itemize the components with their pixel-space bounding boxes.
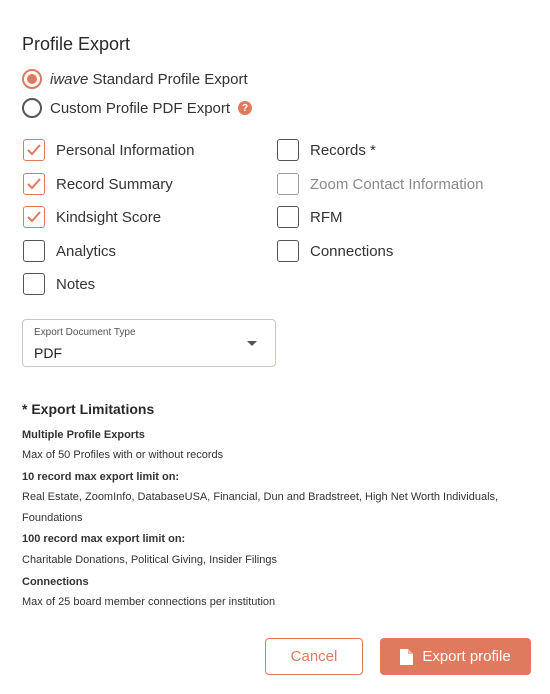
limitation-title: Multiple Profile Exports	[22, 429, 145, 441]
checkbox-label: Analytics	[56, 242, 117, 260]
checkbox-label: Record Summary	[56, 175, 173, 193]
limitation-detail: Max of 25 board member connections per i…	[22, 596, 276, 608]
limitation-detail: Charitable Donations, Political Giving, …	[22, 554, 277, 566]
checkbox-label: Notes	[56, 275, 96, 293]
export-profile-button[interactable]: Export profile	[380, 638, 531, 675]
checkbox-label: Connections	[310, 242, 394, 260]
radio-standard-export[interactable]: iwave Standard Profile Export	[22, 69, 248, 89]
checkbox-connections[interactable]: Connections	[277, 240, 393, 262]
limitation-detail: Real Estate, ZoomInfo, DatabaseUSA, Fina…	[22, 491, 499, 524]
checkbox-notes[interactable]: Notes	[23, 273, 95, 295]
radio-standard-text: Standard Profile Export	[88, 70, 248, 88]
checkbox[interactable]	[277, 240, 299, 262]
checkbox-checked[interactable]	[23, 206, 45, 228]
help-icon[interactable]: ?	[238, 101, 253, 115]
select-caption: Export Document Type	[34, 327, 136, 338]
checkbox-label: Kindsight Score	[56, 208, 162, 226]
export-document-type-select[interactable]: Export Document Type PDF	[22, 319, 276, 367]
limitation-detail: Max of 50 Profiles with or without recor…	[22, 449, 224, 461]
checkbox[interactable]	[23, 240, 45, 262]
checkbox-personal-information[interactable]: Personal Information	[23, 139, 194, 161]
export-profile-label: Export profile	[422, 648, 511, 665]
checkbox-checked[interactable]	[23, 173, 45, 195]
checkbox-rfm[interactable]: RFM	[277, 206, 343, 228]
checkbox[interactable]	[23, 273, 45, 295]
radio-custom-export[interactable]: Custom Profile PDF Export ?	[22, 98, 253, 118]
brand-prefix: iwave	[50, 70, 89, 88]
limitation-title: 100 record max export limit on:	[22, 533, 186, 545]
document-icon	[400, 648, 414, 665]
checkbox[interactable]	[277, 139, 299, 161]
checkbox-label: RFM	[310, 208, 343, 226]
checkbox-zoom-contact-information: Zoom Contact Information	[277, 173, 483, 195]
checkbox-disabled	[277, 173, 299, 195]
checkmark-icon	[27, 144, 41, 156]
checkbox-analytics[interactable]: Analytics	[23, 240, 116, 262]
checkbox-record-summary[interactable]: Record Summary	[23, 173, 173, 195]
checkbox[interactable]	[277, 206, 299, 228]
radio-button[interactable]	[22, 98, 42, 118]
checkbox-label: Records *	[310, 141, 376, 159]
checkbox-kindsight-score[interactable]: Kindsight Score	[23, 206, 161, 228]
radio-custom-label: Custom Profile PDF Export	[50, 99, 231, 117]
checkmark-icon	[27, 178, 41, 190]
radio-standard-label: iwave Standard Profile Export	[50, 71, 248, 88]
checkbox-label: Zoom Contact Information	[310, 175, 484, 193]
limitation-title: Connections	[22, 576, 89, 588]
checkbox-label: Personal Information	[56, 141, 195, 159]
radio-button-selected[interactable]	[22, 69, 42, 89]
limitation-title: 10 record max export limit on:	[22, 471, 180, 483]
checkmark-icon	[27, 211, 41, 223]
checkbox-records[interactable]: Records *	[277, 139, 376, 161]
select-value: PDF	[34, 345, 62, 361]
dropdown-arrow-icon[interactable]	[247, 341, 257, 346]
limitations-heading: * Export Limitations	[22, 401, 155, 417]
checkbox-checked[interactable]	[23, 139, 45, 161]
dialog-title: Profile Export	[22, 34, 131, 54]
cancel-button[interactable]: Cancel	[265, 638, 363, 675]
